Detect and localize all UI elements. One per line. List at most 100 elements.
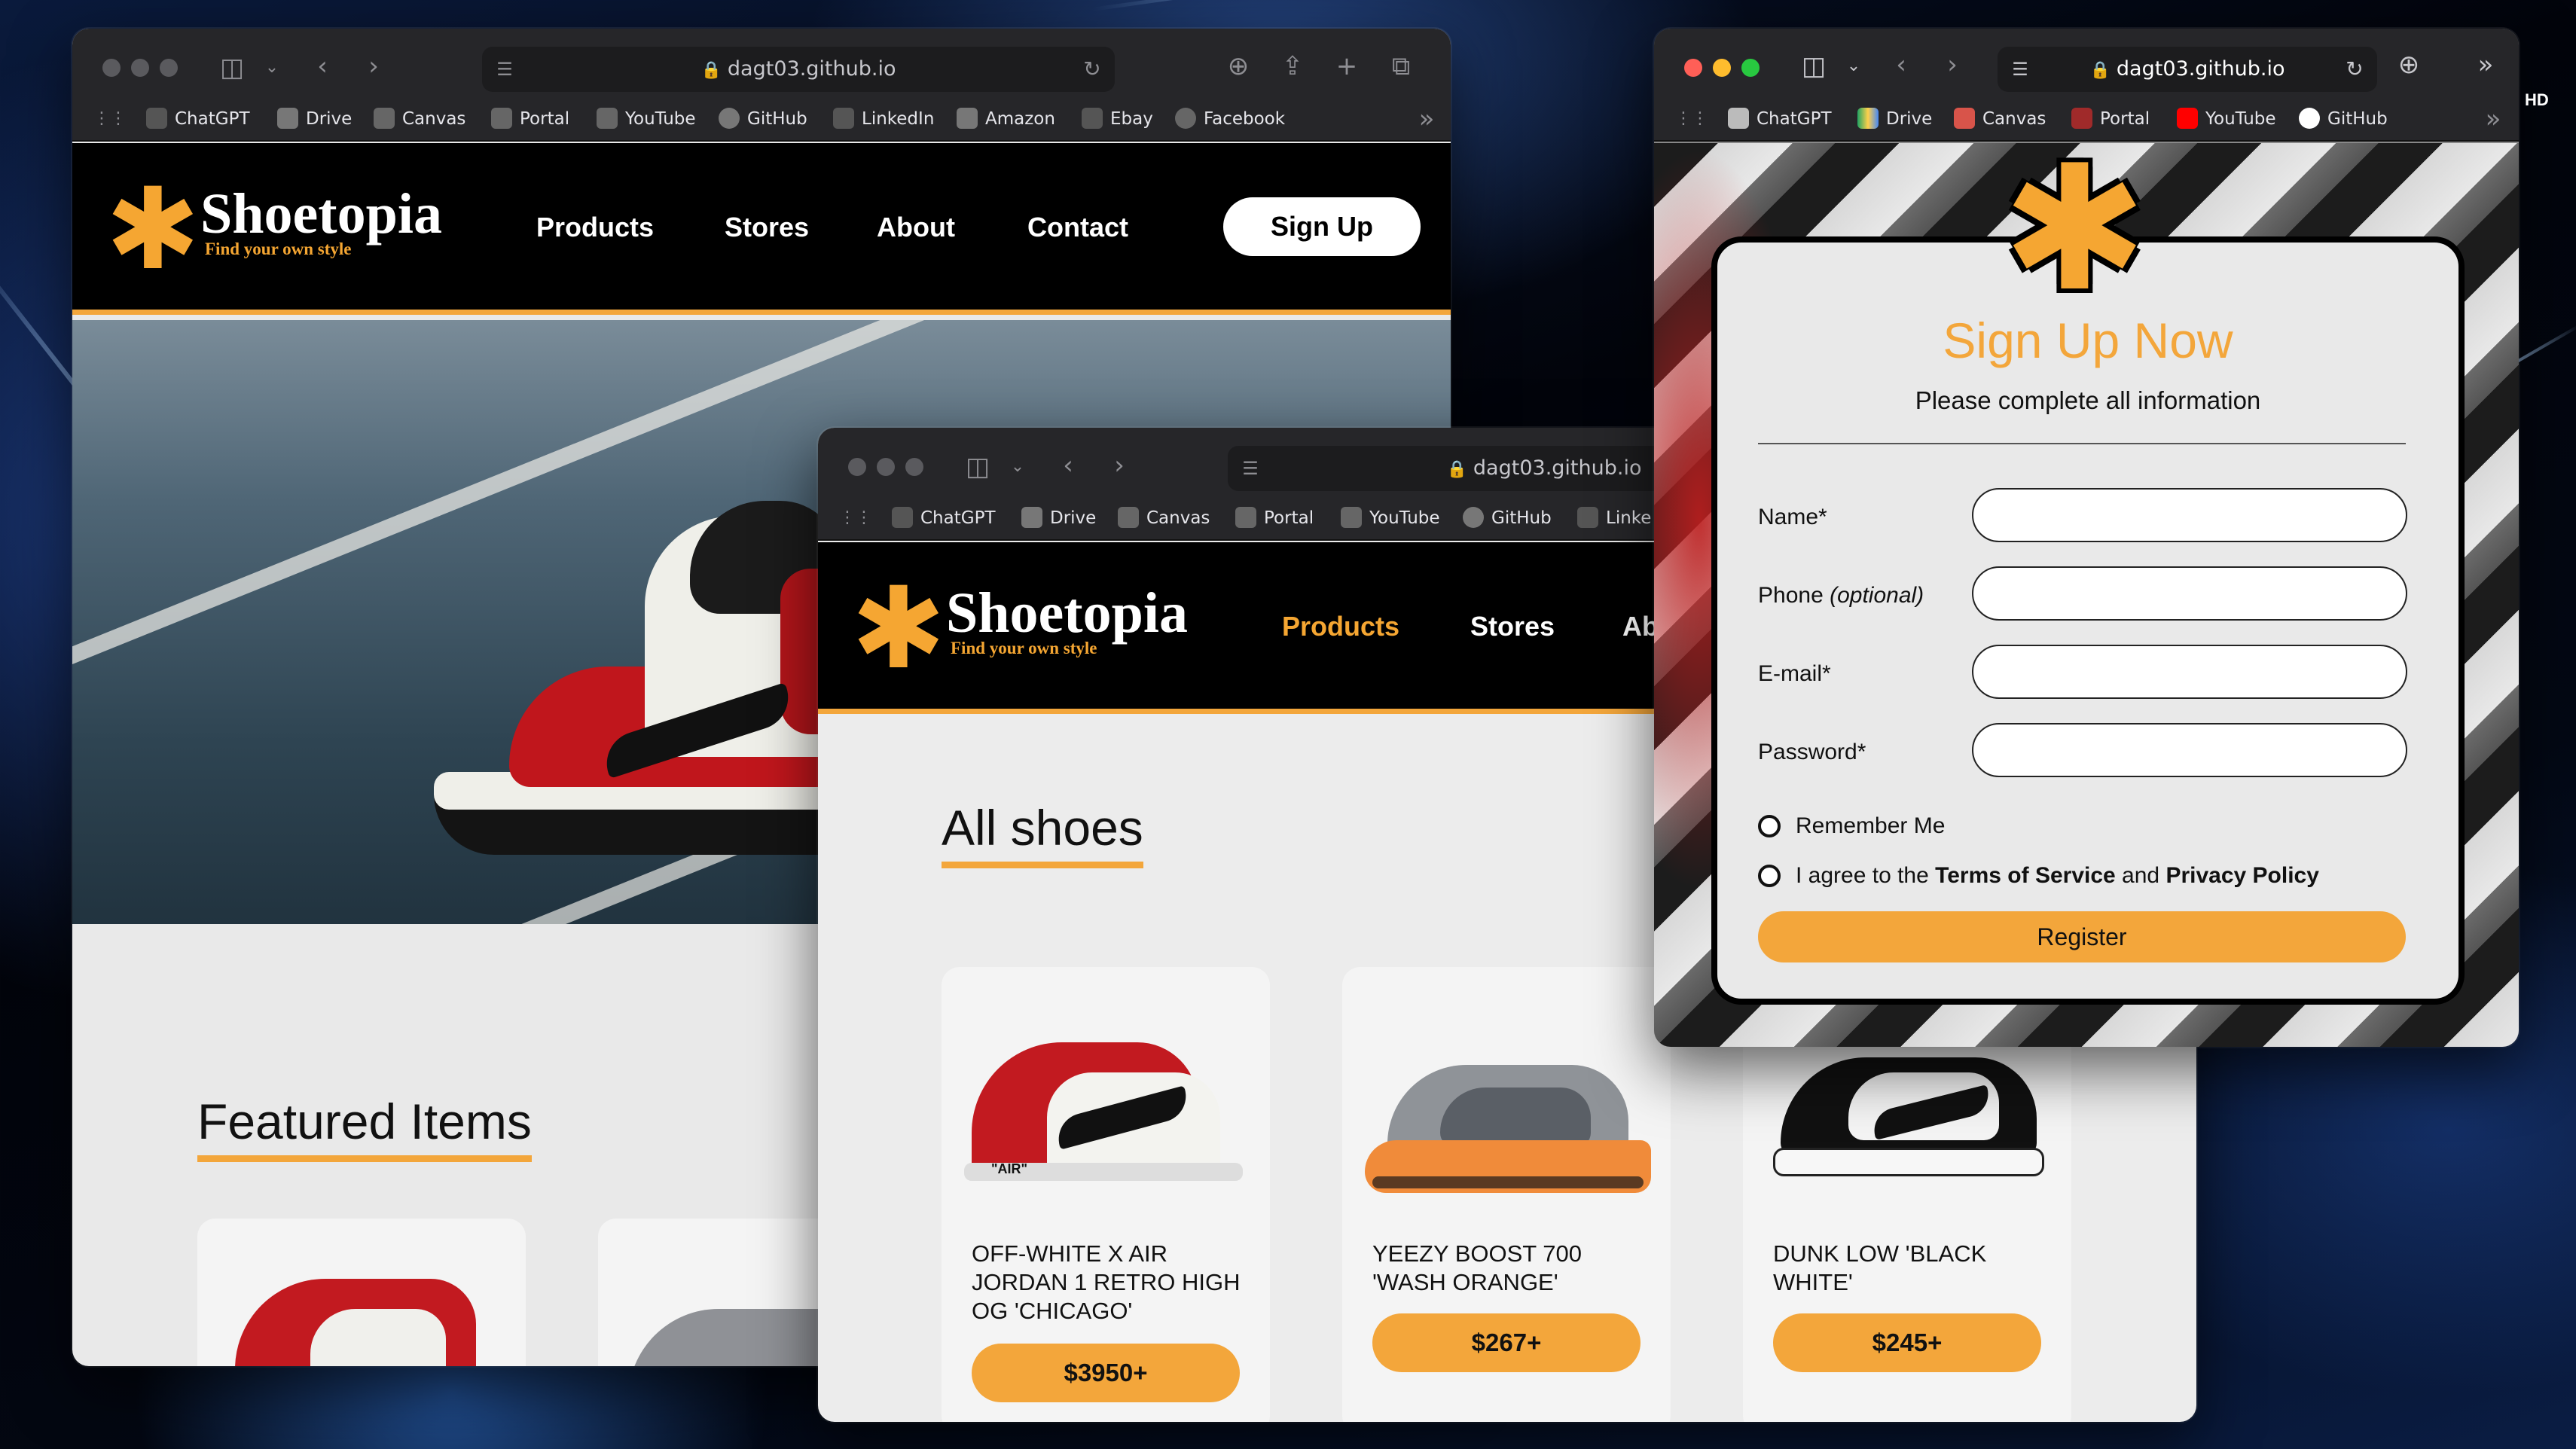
brand-name[interactable]: Shoetopia — [946, 583, 1188, 643]
forward-arrow-icon[interactable]: › — [359, 51, 389, 81]
download-icon[interactable]: ⊕ — [1223, 51, 1253, 81]
page-menu-icon[interactable]: ☰ — [2005, 54, 2035, 84]
product-card[interactable]: YEEZY BOOST 700 'WASH ORANGE' $267+ — [1342, 967, 1671, 1422]
password-input[interactable] — [1972, 723, 2407, 777]
bookmark-item[interactable]: Drive — [1857, 96, 1932, 142]
bookmark-item[interactable]: Canvas — [374, 96, 465, 142]
nav-stores[interactable]: Stores — [725, 211, 809, 244]
nav-stores[interactable]: Stores — [1470, 610, 1555, 643]
close-window-button[interactable] — [102, 59, 121, 77]
phone-input[interactable] — [1972, 566, 2407, 621]
form-subtitle: Please complete all information — [1915, 386, 2261, 414]
site-navbar: ✱ Shoetopia Find your own style Products… — [72, 143, 1451, 315]
minimize-window-button[interactable] — [877, 458, 895, 476]
bookmark-item[interactable]: GitHub — [2299, 96, 2388, 142]
product-name: OFF-WHITE X AIR JORDAN 1 RETRO HIGH OG '… — [972, 1240, 1241, 1324]
bookmark-item[interactable]: YouTube — [2177, 96, 2276, 142]
product-image — [1766, 1035, 2052, 1185]
zoom-window-button[interactable] — [160, 59, 178, 77]
more-bookmarks-icon[interactable]: » — [1412, 104, 1442, 134]
minimize-window-button[interactable] — [1713, 59, 1731, 77]
privacy-link[interactable]: Privacy Policy — [2165, 863, 2318, 888]
more-toolbar-icon[interactable]: » — [2471, 50, 2501, 80]
minimize-window-button[interactable] — [131, 59, 149, 77]
close-window-button[interactable] — [848, 458, 866, 476]
back-arrow-icon[interactable]: ‹ — [307, 51, 337, 81]
product-card[interactable]: "AIR" OFF-WHITE X AIR JORDAN 1 RETRO HIG… — [942, 967, 1270, 1422]
address-bar[interactable]: ☰ 🔒 dagt03.github.io ↻ — [482, 47, 1115, 92]
chevron-down-icon[interactable]: ⌄ — [261, 53, 283, 83]
bookmark-item[interactable]: ChatGPT — [892, 496, 996, 541]
price-button[interactable]: $3950+ — [972, 1344, 1240, 1402]
tab-overview-icon[interactable]: ⧉ — [1386, 51, 1416, 81]
nav-about[interactable]: About — [877, 211, 955, 244]
bookmark-item[interactable]: GitHub — [719, 96, 807, 142]
nav-contact[interactable]: Contact — [1027, 211, 1128, 244]
apps-grid-icon[interactable]: ⋮⋮ — [1675, 104, 1708, 134]
bookmark-item[interactable]: Portal — [491, 96, 569, 142]
sidebar-toggle-icon[interactable]: ◫ — [961, 452, 994, 482]
forward-arrow-icon[interactable]: › — [1104, 450, 1134, 480]
remember-me-label[interactable]: Remember Me — [1796, 812, 1945, 840]
zoom-window-button[interactable] — [905, 458, 923, 476]
agree-terms-radio[interactable] — [1758, 865, 1781, 887]
logo-icon[interactable]: ✱ — [851, 572, 946, 685]
page-menu-icon[interactable]: ☰ — [1235, 453, 1265, 484]
logo-icon[interactable]: ✱ — [105, 173, 200, 286]
bookmark-item[interactable]: Facebook — [1175, 96, 1285, 142]
nav-products[interactable]: Products — [536, 211, 654, 244]
bookmark-item[interactable]: Linke — [1577, 496, 1651, 541]
chevron-down-icon[interactable]: ⌄ — [1842, 51, 1865, 81]
bookmark-item[interactable]: Amazon — [957, 96, 1055, 142]
form-title: Sign Up Now — [1943, 313, 2233, 368]
apps-grid-icon[interactable]: ⋮⋮ — [93, 104, 127, 134]
signup-button[interactable]: Sign Up — [1223, 197, 1421, 256]
featured-card[interactable] — [197, 1219, 526, 1366]
sidebar-toggle-icon[interactable]: ◫ — [215, 53, 249, 83]
bookmark-item[interactable]: Drive — [277, 96, 352, 142]
register-button[interactable]: Register — [1758, 911, 2406, 962]
forward-arrow-icon[interactable]: › — [1937, 50, 1967, 80]
new-tab-icon[interactable]: + — [1332, 51, 1362, 81]
price-button[interactable]: $267+ — [1372, 1313, 1641, 1372]
wallpaper-streak — [1091, 0, 1764, 11]
bookmark-item[interactable]: Ebay — [1082, 96, 1153, 142]
product-name: DUNK LOW 'BLACK WHITE' — [1773, 1240, 1987, 1295]
bookmark-item[interactable]: YouTube — [1341, 496, 1440, 541]
close-window-button[interactable] — [1684, 59, 1702, 77]
bookmark-item[interactable]: Canvas — [1118, 496, 1210, 541]
page-menu-icon[interactable]: ☰ — [490, 54, 520, 84]
address-bar[interactable]: ☰ 🔒 dagt03.github.io ↻ — [1998, 47, 2377, 92]
product-badge: "AIR" — [991, 1161, 1028, 1176]
bookmark-item[interactable]: Portal — [1235, 496, 1314, 541]
bookmark-item[interactable]: ChatGPT — [1728, 96, 1832, 142]
price-button[interactable]: $245+ — [1773, 1313, 2041, 1372]
nav-about[interactable]: Ab — [1622, 610, 1659, 643]
download-icon[interactable]: ⊕ — [2394, 50, 2424, 80]
bookmark-item[interactable]: LinkedIn — [833, 96, 934, 142]
share-icon[interactable]: ⇪ — [1277, 51, 1308, 81]
bookmark-item[interactable]: YouTube — [597, 96, 696, 142]
logo-icon: ✱ — [2002, 129, 2147, 330]
sidebar-toggle-icon[interactable]: ◫ — [1797, 51, 1830, 81]
more-bookmarks-icon[interactable]: » — [2478, 104, 2508, 134]
email-input[interactable] — [1972, 645, 2407, 699]
agree-terms-label: I agree to the Terms of Service and Priv… — [1796, 863, 2319, 888]
reload-icon[interactable]: ↻ — [1077, 54, 1107, 84]
back-arrow-icon[interactable]: ‹ — [1053, 450, 1083, 480]
reload-icon[interactable]: ↻ — [2339, 54, 2370, 84]
bookmark-item[interactable]: ChatGPT — [146, 96, 250, 142]
back-arrow-icon[interactable]: ‹ — [1886, 50, 1916, 80]
terms-link[interactable]: Terms of Service — [1935, 863, 2116, 888]
bookmark-item[interactable]: GitHub — [1463, 496, 1552, 541]
zoom-window-button[interactable] — [1741, 59, 1760, 77]
chevron-down-icon[interactable]: ⌄ — [1006, 452, 1029, 482]
nav-products[interactable]: Products — [1282, 610, 1399, 643]
name-input[interactable] — [1972, 488, 2407, 542]
apps-grid-icon[interactable]: ⋮⋮ — [839, 503, 872, 533]
brand-name[interactable]: Shoetopia — [200, 184, 442, 244]
remember-me-radio[interactable] — [1758, 815, 1781, 837]
browser-chrome: ◫ ⌄ ‹ › ☰ 🔒 dagt03.github.io ↻ ⊕ » ⋮⋮ Cha… — [1654, 29, 2519, 142]
bookmark-item[interactable]: Drive — [1021, 496, 1096, 541]
signup-page: ✱ Sign Up Now Please complete all inform… — [1654, 143, 2519, 1047]
